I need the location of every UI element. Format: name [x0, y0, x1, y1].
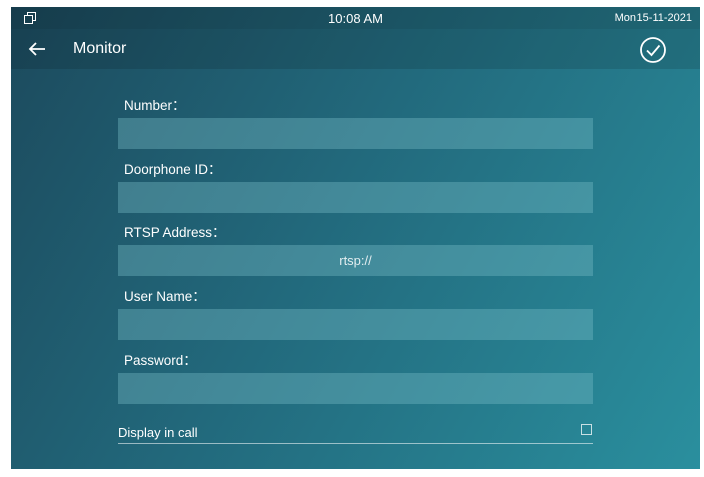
arrow-left-icon[interactable]: [27, 40, 47, 58]
user-name-label: User Name：: [124, 289, 206, 304]
number-label: Number：: [124, 98, 186, 113]
user-name-input[interactable]: [118, 309, 593, 340]
monitor-screen: 10:08 AM Mon 15-11-2021 Monitor Number： …: [11, 7, 700, 469]
page-title: Monitor: [73, 40, 127, 57]
doorphone-id-label: Doorphone ID：: [124, 162, 222, 177]
number-input[interactable]: [118, 118, 593, 149]
title-bar: Monitor: [11, 29, 700, 69]
rtsp-address-input[interactable]: [118, 245, 593, 276]
doorphone-id-input[interactable]: [118, 182, 593, 213]
display-in-call-row[interactable]: Display in call: [118, 423, 593, 444]
status-bar: 10:08 AM Mon 15-11-2021: [11, 7, 700, 29]
status-day: Mon: [614, 12, 636, 24]
password-input[interactable]: [118, 373, 593, 404]
status-time: 10:08 AM: [328, 11, 383, 26]
display-in-call-checkbox[interactable]: [581, 424, 592, 435]
rtsp-address-label: RTSP Address：: [124, 225, 226, 240]
status-date: 15-11-2021: [636, 12, 692, 24]
check-circle-icon[interactable]: [639, 36, 667, 64]
password-label: Password：: [124, 353, 197, 368]
display-in-call-label: Display in call: [118, 425, 198, 440]
